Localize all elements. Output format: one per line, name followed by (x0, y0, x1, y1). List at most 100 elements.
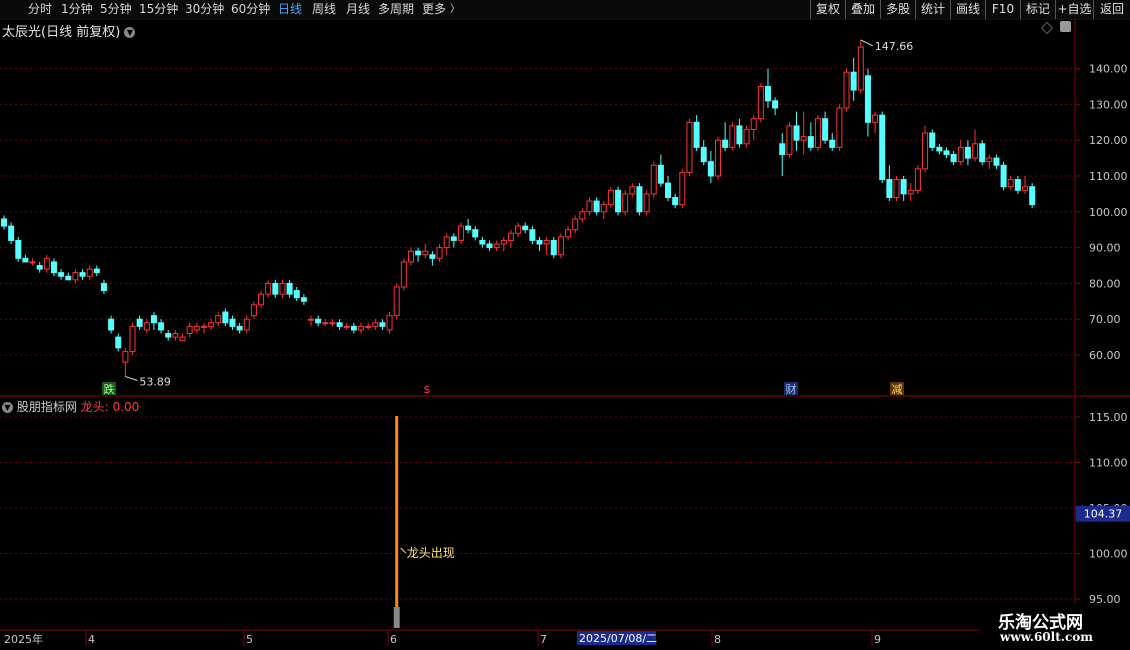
candle-body[interactable] (8, 225, 15, 241)
candle-body[interactable] (800, 136, 807, 141)
candle-body[interactable] (308, 318, 315, 321)
candle-body[interactable] (250, 304, 257, 317)
candle-body[interactable] (1000, 164, 1007, 188)
candle-body[interactable] (807, 136, 814, 148)
candle-body[interactable] (436, 247, 443, 259)
candle-body[interactable] (822, 118, 829, 141)
candle-body[interactable] (143, 322, 150, 331)
candle-body[interactable] (1014, 179, 1021, 191)
candle-body[interactable] (550, 239, 557, 256)
candle-body[interactable] (879, 114, 886, 181)
candle-body[interactable] (1, 218, 7, 227)
candle-body[interactable] (793, 125, 800, 141)
candle-body[interactable] (1029, 186, 1036, 206)
candle-body[interactable] (500, 239, 507, 245)
candle-body[interactable] (936, 146, 943, 152)
candle-body[interactable] (536, 239, 543, 245)
candle-body[interactable] (700, 146, 707, 163)
candle-body[interactable] (29, 261, 36, 264)
candle-body[interactable] (379, 322, 386, 327)
candle-body[interactable] (543, 239, 550, 245)
candle-body[interactable] (465, 225, 472, 231)
candle-body[interactable] (622, 193, 629, 213)
candle-body[interactable] (786, 125, 793, 156)
candle-body[interactable] (407, 250, 414, 263)
candle-body[interactable] (950, 154, 957, 163)
candle-body[interactable] (229, 318, 236, 327)
candle-body[interactable] (208, 322, 215, 327)
candle-body[interactable] (779, 143, 786, 156)
candle-body[interactable] (507, 232, 514, 241)
candle-body[interactable] (158, 322, 165, 331)
candle-body[interactable] (129, 325, 136, 352)
candle-body[interactable] (586, 200, 593, 213)
candle-body[interactable] (358, 325, 364, 331)
candle-body[interactable] (722, 139, 729, 148)
candle-body[interactable] (814, 118, 821, 148)
candle-body[interactable] (715, 139, 721, 177)
candle-body[interactable] (593, 200, 600, 213)
candle-body[interactable] (293, 290, 300, 299)
candle-body[interactable] (279, 282, 286, 295)
candle-body[interactable] (258, 293, 265, 306)
candle-body[interactable] (486, 243, 493, 249)
candle-body[interactable] (350, 325, 357, 331)
candle-body[interactable] (679, 171, 686, 206)
candle-body[interactable] (393, 286, 400, 317)
candle-body[interactable] (864, 75, 871, 123)
candle-body[interactable] (672, 196, 679, 206)
candle-body[interactable] (422, 250, 429, 256)
candle-body[interactable] (472, 229, 479, 238)
candle-body[interactable] (86, 268, 93, 277)
candle-body[interactable] (893, 179, 900, 198)
candle-body[interactable] (479, 239, 486, 245)
signal-bar[interactable] (395, 416, 399, 628)
candle-body[interactable] (150, 315, 157, 324)
candle-body[interactable] (43, 257, 50, 270)
candle-body[interactable] (522, 225, 529, 231)
candle-body[interactable] (300, 297, 307, 302)
candle-body[interactable] (493, 243, 500, 249)
candle-body[interactable] (200, 325, 207, 328)
candle-body[interactable] (322, 322, 329, 325)
candle-body[interactable] (836, 107, 843, 148)
candle-body[interactable] (850, 71, 857, 91)
candle-body[interactable] (665, 182, 672, 198)
candle-body[interactable] (186, 325, 193, 335)
candle-body[interactable] (50, 261, 57, 274)
candle-body[interactable] (565, 229, 572, 238)
candle-body[interactable] (957, 146, 964, 163)
candle-body[interactable] (693, 121, 700, 148)
candle-body[interactable] (643, 193, 650, 213)
candle-body[interactable] (900, 179, 907, 195)
candle-body[interactable] (979, 143, 986, 163)
candle-body[interactable] (843, 71, 850, 109)
candle-body[interactable] (386, 315, 393, 331)
candle-body[interactable] (365, 325, 372, 328)
candle-body[interactable] (657, 164, 664, 184)
candle-body[interactable] (172, 333, 179, 338)
candle-body[interactable] (22, 257, 29, 263)
candle-body[interactable] (329, 322, 336, 325)
candle-body[interactable] (964, 146, 971, 159)
candle-body[interactable] (579, 211, 586, 220)
kline-chart-area[interactable]: 140.00 130.00 120.00 110.00 100.00 90.00 80.00… (0, 0, 1130, 650)
candle-body[interactable] (1022, 186, 1029, 191)
candle-body[interactable] (857, 46, 864, 91)
candle-body[interactable] (986, 157, 993, 163)
candle-body[interactable] (136, 318, 143, 327)
candle-body[interactable] (914, 168, 921, 191)
candle-body[interactable] (757, 86, 764, 120)
candle-body[interactable] (886, 179, 893, 198)
candle-body[interactable] (629, 186, 636, 195)
candle-body[interactable] (58, 272, 65, 277)
candle-body[interactable] (907, 189, 914, 195)
candle-body[interactable] (736, 125, 743, 145)
candle-body[interactable] (108, 318, 115, 331)
candle-body[interactable] (65, 275, 72, 281)
candle-body[interactable] (529, 229, 536, 241)
candle-body[interactable] (79, 272, 86, 277)
candle-body[interactable] (750, 118, 757, 130)
candle-body[interactable] (1007, 179, 1014, 188)
candle-body[interactable] (72, 272, 79, 281)
